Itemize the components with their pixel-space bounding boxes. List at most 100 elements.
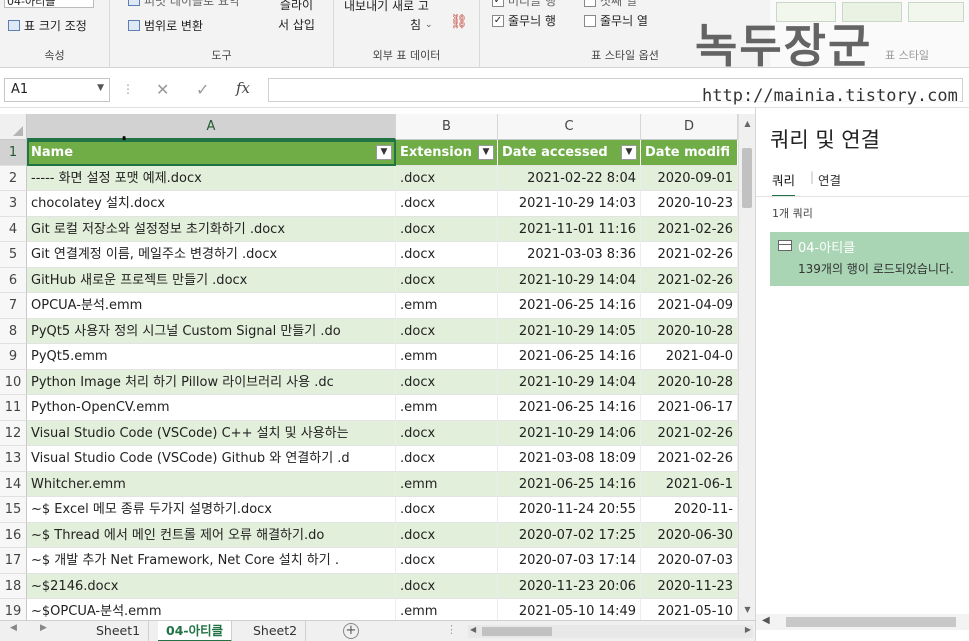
header-cell-name[interactable]: Name ▼: [27, 140, 396, 166]
row-header[interactable]: 10: [0, 369, 27, 395]
cell-ext[interactable]: .docx: [396, 165, 498, 191]
cell-name[interactable]: Python-OpenCV.emm: [27, 395, 396, 421]
prev-sheet-icon[interactable]: ◀: [10, 623, 17, 633]
cell-ext[interactable]: .emm: [396, 471, 498, 497]
row-header[interactable]: 17: [0, 548, 27, 574]
cell-acc[interactable]: 2021-02-22 8:04: [498, 165, 641, 191]
cell-mod[interactable]: 2020-06-30: [641, 522, 738, 548]
cell-mod[interactable]: 2020-11-: [641, 497, 738, 523]
cancel-icon[interactable]: ✕: [156, 80, 169, 99]
cell-ext[interactable]: .emm: [396, 293, 498, 319]
cell-acc[interactable]: 2020-07-03 17:14: [498, 548, 641, 574]
spreadsheet-grid[interactable]: A B C D ⬇ 1 Name ▼ Extension ▼ Date acce…: [0, 114, 738, 620]
cell-mod[interactable]: 2020-10-28: [641, 369, 738, 395]
header-cell-extension[interactable]: Extension ▼: [396, 140, 498, 166]
tab-sheet2[interactable]: Sheet2: [245, 621, 307, 641]
add-sheet-icon[interactable]: +: [343, 623, 359, 639]
row-header[interactable]: 16: [0, 522, 27, 548]
scroll-thumb[interactable]: [742, 148, 752, 208]
cell-acc[interactable]: 2021-10-29 14:04: [498, 267, 641, 293]
cell-ext[interactable]: .docx: [396, 573, 498, 599]
style-swatch[interactable]: [908, 2, 964, 22]
cell-acc[interactable]: 2020-11-23 20:06: [498, 573, 641, 599]
cell-mod[interactable]: 2021-02-26: [641, 242, 738, 268]
cell-mod[interactable]: 2020-11-23: [641, 573, 738, 599]
cell-name[interactable]: Visual Studio Code (VSCode) C++ 설치 및 사용하…: [27, 420, 396, 446]
cell-acc[interactable]: 2021-05-10 14:49: [498, 599, 641, 620]
row-header[interactable]: 3: [0, 191, 27, 217]
scroll-up-icon[interactable]: ▲: [739, 116, 756, 132]
cell-ext[interactable]: .docx: [396, 242, 498, 268]
filter-dropdown-icon[interactable]: ▼: [478, 145, 494, 160]
cell-ext[interactable]: .docx: [396, 548, 498, 574]
horizontal-scrollbar[interactable]: ◀ ▶: [468, 625, 753, 638]
column-header-b[interactable]: B: [396, 114, 498, 140]
tab-queries[interactable]: 쿼리: [772, 170, 796, 197]
scroll-thumb[interactable]: [786, 617, 956, 627]
scroll-left-icon[interactable]: ◀: [470, 625, 476, 634]
cell-acc[interactable]: 2021-06-25 14:16: [498, 293, 641, 319]
insert-slicer-button[interactable]: 슬라이 서 삽입: [278, 0, 315, 34]
column-header-a[interactable]: A: [27, 114, 396, 140]
cell-name[interactable]: ----- 화면 설정 포맷 예제.docx: [27, 165, 396, 191]
convert-to-range-button[interactable]: 범위로 변환: [128, 17, 203, 34]
cell-acc[interactable]: 2021-06-25 14:16: [498, 395, 641, 421]
chevron-down-icon[interactable]: ▼: [97, 83, 104, 93]
cell-ext[interactable]: .docx: [396, 497, 498, 523]
cell-name[interactable]: PyQt5.emm: [27, 344, 396, 370]
cell-name[interactable]: Git 로컬 저장소와 설정정보 초기화하기 .docx: [27, 216, 396, 242]
cell-ext[interactable]: .docx: [396, 191, 498, 217]
pivot-summary-button[interactable]: 피벗 테이블로 요약: [128, 0, 240, 9]
row-header[interactable]: 14: [0, 471, 27, 497]
tab-connections[interactable]: 연결: [818, 170, 841, 189]
cell-name[interactable]: ~$ Excel 메모 종류 두가지 설명하기.docx: [27, 497, 396, 523]
cell-ext[interactable]: .docx: [396, 420, 498, 446]
resize-table-button[interactable]: 표 크기 조정: [8, 17, 87, 34]
export-button[interactable]: 내보내기 새로 고: [344, 0, 429, 14]
row-header[interactable]: 13: [0, 446, 27, 472]
scroll-down-icon[interactable]: ▼: [739, 602, 756, 618]
cell-mod[interactable]: 2021-04-0: [641, 344, 738, 370]
cell-name[interactable]: ~$ 개발 추가 Net Framework, Net Core 설치 하기 .: [27, 548, 396, 574]
cell-acc[interactable]: 2020-07-02 17:25: [498, 522, 641, 548]
header-cell-accessed[interactable]: Date accessed ▼: [498, 140, 641, 166]
cell-mod[interactable]: 2021-05-10: [641, 599, 738, 620]
first-column-checkbox[interactable]: 첫째 열: [584, 0, 637, 9]
enter-icon[interactable]: ✓: [196, 80, 209, 99]
scroll-right-icon[interactable]: ▶: [745, 625, 751, 634]
row-header[interactable]: 8: [0, 318, 27, 344]
filter-dropdown-icon[interactable]: ▼: [376, 145, 392, 160]
cell-acc[interactable]: 2021-10-29 14:06: [498, 420, 641, 446]
banded-columns-checkbox[interactable]: 줄무늬 열: [584, 12, 648, 29]
cell-acc[interactable]: 2021-10-29 14:04: [498, 369, 641, 395]
cell-mod[interactable]: 2021-02-26: [641, 446, 738, 472]
cell-acc[interactable]: 2021-06-25 14:16: [498, 471, 641, 497]
table-name-box[interactable]: 04-아티클: [4, 0, 94, 8]
row-header[interactable]: 2: [0, 165, 27, 191]
cell-acc[interactable]: 2021-10-29 14:03: [498, 191, 641, 217]
tab-sheet1[interactable]: Sheet1: [88, 621, 150, 641]
cell-name[interactable]: ~$OPCUA-분석.emm: [27, 599, 396, 620]
cell-name[interactable]: ~$ Thread 에서 메인 컨트롤 제어 오류 해결하기.do: [27, 522, 396, 548]
cell-name[interactable]: Visual Studio Code (VSCode) Github 와 연결하…: [27, 446, 396, 472]
vertical-scrollbar[interactable]: ▲ ▼: [738, 114, 755, 620]
row-header[interactable]: 6: [0, 267, 27, 293]
cell-acc[interactable]: 2021-11-01 11:16: [498, 216, 641, 242]
cell-ext[interactable]: .docx: [396, 522, 498, 548]
cell-ext[interactable]: .emm: [396, 599, 498, 620]
row-header[interactable]: 15: [0, 497, 27, 523]
next-sheet-icon[interactable]: ▶: [40, 623, 47, 633]
pane-scrollbar[interactable]: ◀: [756, 614, 969, 630]
row-header[interactable]: 1: [0, 140, 27, 166]
cell-acc[interactable]: 2021-03-08 18:09: [498, 446, 641, 472]
cell-mod[interactable]: 2021-06-17: [641, 395, 738, 421]
name-box[interactable]: A1 ▼: [4, 78, 110, 102]
column-header-d[interactable]: D: [641, 114, 738, 140]
scroll-thumb[interactable]: [482, 627, 552, 636]
row-header[interactable]: 11: [0, 395, 27, 421]
cell-ext[interactable]: .docx: [396, 267, 498, 293]
cell-mod[interactable]: 2020-10-28: [641, 318, 738, 344]
tab-04-article[interactable]: 04-아티클: [158, 621, 233, 641]
cell-mod[interactable]: 2021-02-26: [641, 216, 738, 242]
cell-ext[interactable]: .docx: [396, 446, 498, 472]
